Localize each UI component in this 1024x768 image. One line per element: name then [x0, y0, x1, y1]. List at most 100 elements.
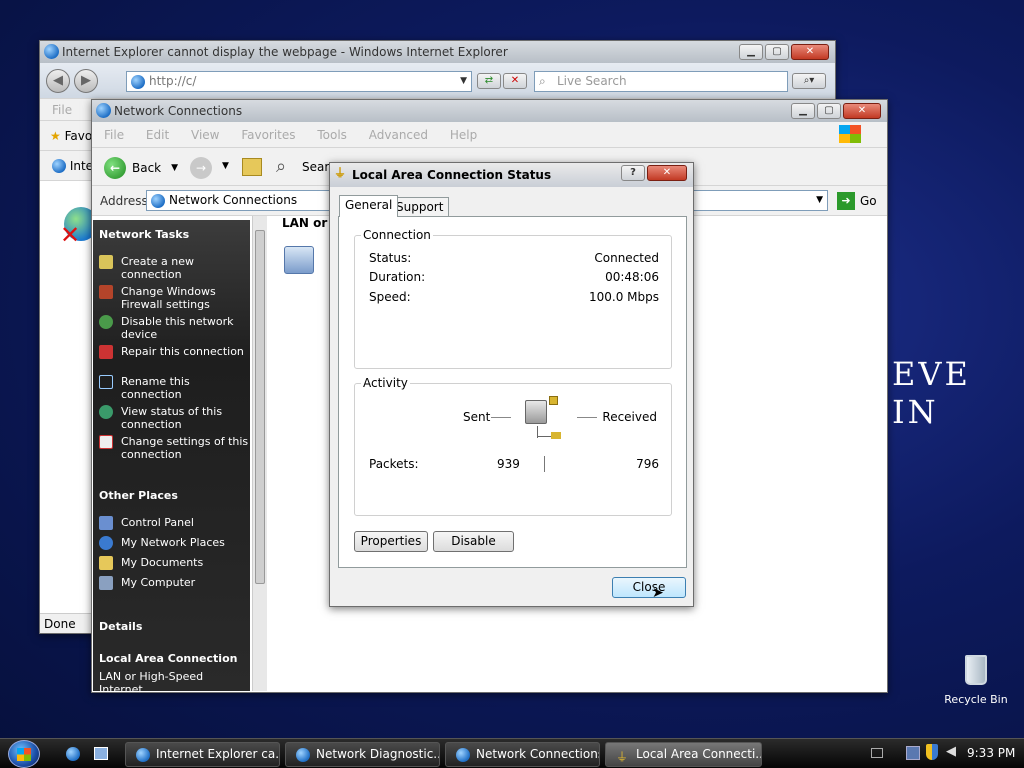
refresh-button[interactable]: ⇄: [477, 73, 501, 89]
go-label[interactable]: Go: [860, 194, 877, 208]
keyboard-icon[interactable]: [871, 748, 883, 758]
menu-favorites[interactable]: Favorites: [241, 128, 295, 142]
help-button[interactable]: ?: [621, 165, 645, 181]
task-view-status[interactable]: View status of this connection: [99, 405, 249, 431]
task-label: Create a new connection: [121, 255, 195, 281]
chevron-down-icon[interactable]: ▼: [171, 163, 178, 173]
place-my-network-places[interactable]: My Network Places: [99, 536, 249, 550]
close-dialog-button[interactable]: Close: [612, 577, 686, 598]
recycle-bin[interactable]: Recycle Bin: [940, 655, 1012, 706]
up-folder-icon[interactable]: [242, 158, 262, 176]
address-value: Network Connections: [169, 193, 298, 207]
network-tray-icon[interactable]: [906, 746, 920, 760]
scrollbar-thumb[interactable]: [255, 230, 265, 584]
forward-arrow-icon[interactable]: →: [190, 157, 212, 179]
back-button[interactable]: ◀: [46, 69, 70, 93]
back-label: Back: [132, 161, 162, 175]
live-search-input[interactable]: ⌕ Live Search: [534, 71, 788, 92]
packets-label: Packets:: [369, 457, 419, 471]
minimize-button[interactable]: ▁: [791, 103, 815, 119]
task-label: View status of this connection: [121, 405, 223, 431]
net-titlebar[interactable]: Network Connections ▁ ▢ ✕: [92, 100, 887, 122]
security-shield-icon[interactable]: [926, 744, 938, 760]
tab-general[interactable]: General: [339, 195, 399, 217]
duration-label: Duration:: [369, 270, 426, 284]
task-internet-explorer[interactable]: Internet Explorer ca...: [125, 742, 280, 767]
ie-address-bar[interactable]: http://c/ ▼: [126, 71, 472, 92]
task-network-diagnostics[interactable]: Network Diagnostic...: [285, 742, 440, 767]
place-control-panel[interactable]: Control Panel: [99, 516, 249, 530]
search-icon: ⌕: [539, 74, 546, 88]
windows-flag-icon: [839, 125, 861, 143]
minimize-button[interactable]: ▁: [739, 44, 763, 60]
close-button[interactable]: ✕: [647, 165, 687, 181]
task-label: Internet Explorer ca...: [156, 747, 280, 761]
computer-icon: [99, 576, 113, 590]
chevron-down-icon[interactable]: ▼: [816, 191, 823, 210]
close-button[interactable]: ✕: [791, 44, 829, 60]
search-icon[interactable]: ⌕: [276, 156, 286, 177]
dialog-titlebar[interactable]: ⏚ Local Area Connection Status ? ✕: [330, 163, 693, 187]
menu-file[interactable]: File: [104, 128, 124, 142]
search-label[interactable]: Sear: [302, 160, 329, 174]
lan-connection-icon[interactable]: [284, 246, 314, 274]
task-change-settings[interactable]: Change settings of this connection: [99, 435, 249, 461]
menu-advanced[interactable]: Advanced: [369, 128, 428, 142]
connection-status-dialog[interactable]: ⏚ Local Area Connection Status ? ✕ Gener…: [329, 162, 694, 607]
address-label: Address: [100, 194, 148, 208]
back-button[interactable]: ← Back ▼: [104, 157, 178, 179]
stop-button[interactable]: ✕: [503, 73, 527, 89]
volume-icon[interactable]: ◀: [946, 744, 956, 759]
details-connection-name: Local Area Connection: [99, 652, 238, 665]
task-pane-scrollbar[interactable]: [252, 216, 267, 691]
tab-support[interactable]: Support: [390, 197, 450, 217]
clock[interactable]: 9:33 PM: [967, 746, 1015, 760]
quick-launch-show-desktop-icon[interactable]: [94, 747, 108, 760]
task-local-area-connection[interactable]: ⏚ Local Area Connecti...: [605, 742, 762, 767]
status-label: Status:: [369, 251, 412, 265]
ie-tab-label[interactable]: Inte: [70, 159, 93, 173]
network-tasks-title: Network Tasks: [99, 228, 190, 241]
menu-view[interactable]: View: [191, 128, 219, 142]
chevron-down-icon[interactable]: ▼: [460, 72, 467, 91]
go-arrow-icon[interactable]: ➜: [837, 192, 855, 210]
maximize-button[interactable]: ▢: [817, 103, 841, 119]
favorites-star-icon[interactable]: ★: [50, 129, 61, 143]
task-network-connections[interactable]: Network Connections: [445, 742, 600, 767]
task-rename-connection[interactable]: Rename this connection: [99, 375, 249, 401]
task-create-connection[interactable]: Create a new connection: [99, 255, 249, 281]
network-connections-icon: [96, 103, 111, 118]
activity-group-label: Activity: [361, 376, 410, 390]
recycle-bin-icon: [965, 655, 987, 685]
disable-button[interactable]: Disable: [433, 531, 514, 552]
chevron-down-icon[interactable]: ▼: [222, 161, 229, 171]
page-icon: [131, 75, 145, 89]
other-places-title: Other Places: [99, 489, 178, 502]
menu-tools[interactable]: Tools: [317, 128, 347, 142]
sent-line: [491, 417, 511, 418]
task-firewall-settings[interactable]: Change Windows Firewall settings: [99, 285, 249, 311]
menu-help[interactable]: Help: [450, 128, 477, 142]
search-button[interactable]: ⌕▾: [792, 73, 826, 89]
maximize-button[interactable]: ▢: [765, 44, 789, 60]
favorites-label[interactable]: Favo: [65, 129, 93, 143]
packets-sent-value: 939: [497, 457, 520, 471]
properties-button[interactable]: Properties: [354, 531, 428, 552]
forward-button[interactable]: ▶: [74, 69, 98, 93]
place-my-computer[interactable]: My Computer: [99, 576, 249, 590]
tab-panel: Connection Status: Connected Duration: 0…: [338, 216, 687, 568]
task-disable-device[interactable]: Disable this network device: [99, 315, 249, 341]
mouse-cursor-icon: ➤: [652, 585, 664, 601]
place-my-documents[interactable]: My Documents: [99, 556, 249, 570]
ie-menu-file[interactable]: File: [52, 103, 72, 117]
start-button[interactable]: [8, 740, 40, 768]
control-panel-icon: [99, 516, 113, 530]
received-label: Received: [602, 410, 657, 424]
repair-wrench-icon: [99, 345, 113, 359]
close-button[interactable]: ✕: [843, 103, 881, 119]
task-repair-connection[interactable]: Repair this connection: [99, 345, 249, 359]
menu-edit[interactable]: Edit: [146, 128, 169, 142]
quick-launch-ie-icon[interactable]: [66, 747, 80, 761]
windows-logo-icon: [17, 748, 31, 761]
ie-titlebar[interactable]: Internet Explorer cannot display the web…: [40, 41, 835, 63]
